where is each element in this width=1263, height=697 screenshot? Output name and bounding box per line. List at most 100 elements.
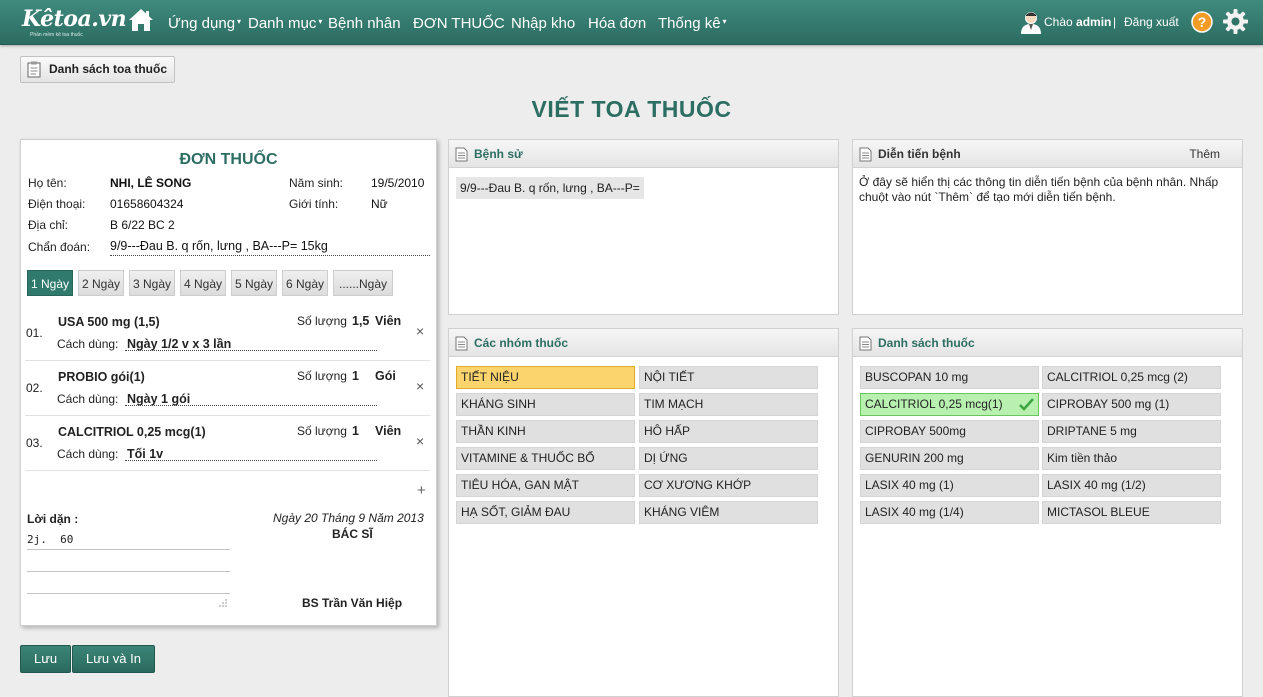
- quantity-label: Số lượng: [297, 314, 347, 328]
- drug-group-item[interactable]: CƠ XƯƠNG KHỚP: [639, 474, 818, 497]
- drug-group-item[interactable]: DỊ ỨNG: [639, 447, 818, 470]
- drug-group-item[interactable]: THẦN KINH: [456, 420, 635, 443]
- quantity-label: Số lượng: [297, 424, 347, 438]
- drug-item[interactable]: DRIPTANE 5 mg: [1042, 420, 1221, 443]
- patient-address: B 6/22 BC 2: [110, 218, 175, 232]
- name-label: Họ tên:: [28, 176, 67, 190]
- page-title: VIẾT TOA THUỐC: [531, 96, 732, 122]
- drug-group-item[interactable]: TIẾT NIỆU: [456, 366, 635, 389]
- drug-item[interactable]: CALCITRIOL 0,25 mcg (2): [1042, 366, 1221, 389]
- remove-medicine-icon[interactable]: ×: [416, 323, 424, 339]
- home-icon[interactable]: [127, 7, 155, 33]
- add-medicine-icon[interactable]: +: [417, 482, 426, 499]
- add-progress-button[interactable]: Thêm: [1189, 147, 1220, 161]
- doctor-title: BÁC SĨ: [332, 527, 373, 541]
- usage-value[interactable]: Ngày 1/2 v x 3 lần: [127, 337, 231, 351]
- drug-item[interactable]: CIPROBAY 500mg: [860, 420, 1039, 443]
- prescription-card: ĐƠN THUỐC Họ tên: NHI, LÊ SONG Năm sinh:…: [20, 139, 437, 626]
- nav-hoa-don[interactable]: Hóa đơn: [588, 15, 646, 32]
- medicine-number: 03.: [26, 436, 43, 450]
- nav-don-thuoc[interactable]: ĐƠN THUỐC: [413, 15, 505, 32]
- drug-groups-title: Các nhóm thuốc: [474, 336, 569, 350]
- drug-group-item[interactable]: VITAMINE & THUỐC BỔ: [456, 447, 635, 470]
- gear-icon[interactable]: [1222, 8, 1249, 35]
- medicine-name[interactable]: PROBIO gói(1): [58, 370, 145, 384]
- medicine-row: 01. USA 500 mg (1,5) Số lượng 1,5 Viên C…: [25, 306, 430, 361]
- drug-group-item[interactable]: KHÁNG VIÊM: [639, 501, 818, 524]
- progress-panel: Diễn tiến bệnh Thêm Ở đây sẽ hiển thị cá…: [852, 139, 1243, 315]
- resize-grip-icon[interactable]: [218, 598, 228, 608]
- usage-value[interactable]: Tối 1v: [127, 447, 163, 461]
- day-button-1[interactable]: 1 Ngày: [27, 270, 73, 296]
- day-button-2[interactable]: 2 Ngày: [78, 270, 124, 296]
- diagnosis-label: Chẩn đoán:: [28, 240, 91, 254]
- prescription-title: ĐƠN THUỐC: [179, 151, 278, 168]
- drug-groups-panel: Các nhóm thuốc TIẾT NIỆU NỘI TIẾT KHÁNG …: [448, 328, 839, 697]
- address-label: Địa chỉ:: [28, 218, 69, 232]
- progress-panel-title: Diễn tiến bệnh: [878, 147, 961, 161]
- drug-item[interactable]: CIPROBAY 500 mg (1): [1042, 393, 1221, 416]
- drug-item[interactable]: CALCITRIOL 0,25 mcg(1): [860, 393, 1039, 416]
- nav-benh-nhan[interactable]: Bệnh nhân: [328, 15, 401, 32]
- drug-item[interactable]: LASIX 40 mg (1/2): [1042, 474, 1221, 497]
- drug-list-title: Danh sách thuốc: [878, 336, 975, 350]
- prescription-list-button[interactable]: Danh sách toa thuốc: [20, 56, 176, 83]
- help-symbol: ?: [1198, 14, 1207, 30]
- logo-tagline: Phần mềm kê toa thuốc: [30, 32, 83, 38]
- drug-group-item[interactable]: TIÊU HÓA, GAN MẬT: [456, 474, 635, 497]
- history-panel-title: Bệnh sử: [474, 147, 523, 161]
- username: admin: [1076, 15, 1112, 29]
- nav-danh-muc[interactable]: Danh mục ▾: [248, 15, 322, 32]
- help-icon[interactable]: ?: [1191, 11, 1213, 33]
- nav-nhap-kho[interactable]: Nhập kho: [511, 15, 575, 32]
- drug-group-item[interactable]: HÔ HẤP: [639, 420, 818, 443]
- day-button-3[interactable]: 3 Ngày: [129, 270, 175, 296]
- logo[interactable]: Kêtoa.vn Phần mềm kê toa thuốc: [22, 6, 127, 38]
- day-button-custom[interactable]: ......Ngày: [333, 270, 393, 296]
- usage-label: Cách dùng:: [57, 337, 119, 351]
- quantity-value[interactable]: 1: [352, 424, 359, 438]
- usage-underline: [125, 460, 377, 461]
- greeting: Chào admin: [1044, 15, 1112, 29]
- day-button-4[interactable]: 4 Ngày: [180, 270, 226, 296]
- check-icon: [1019, 398, 1034, 411]
- drug-item[interactable]: MICTASOL BLEUE: [1042, 501, 1221, 524]
- patient-birth: 19/5/2010: [371, 176, 425, 190]
- logout-link[interactable]: Đăng xuất: [1124, 15, 1179, 29]
- history-entry[interactable]: 9/9---Đau B. q rốn, lưng , BA---P=: [456, 177, 644, 199]
- quantity-value[interactable]: 1: [352, 369, 359, 383]
- drug-group-item[interactable]: NỘI TIẾT: [639, 366, 818, 389]
- drug-item[interactable]: LASIX 40 mg (1): [860, 474, 1039, 497]
- chevron-down-icon: ▾: [237, 17, 242, 26]
- drug-item[interactable]: Kim tiền thảo: [1042, 447, 1221, 470]
- remove-medicine-icon[interactable]: ×: [416, 433, 424, 449]
- nav-thong-ke[interactable]: Thống kê ▾: [658, 15, 727, 32]
- remove-medicine-icon[interactable]: ×: [416, 378, 424, 394]
- drug-group-item[interactable]: KHÁNG SINH: [456, 393, 635, 416]
- medicine-row: 03. CALCITRIOL 0,25 mcg(1) Số lượng 1 Vi…: [25, 416, 430, 471]
- progress-info-text: Ở đây sẽ hiển thị các thông tin diễn tiế…: [859, 175, 1219, 204]
- drug-item[interactable]: LASIX 40 mg (1/4): [860, 501, 1039, 524]
- day-button-6[interactable]: 6 Ngày: [282, 270, 328, 296]
- day-button-5[interactable]: 5 Ngày: [231, 270, 277, 296]
- medicine-row: 02. PROBIO gói(1) Số lượng 1 Gói Cách dù…: [25, 361, 430, 416]
- drug-item[interactable]: GENURIN 200 mg: [860, 447, 1039, 470]
- save-print-button[interactable]: Lưu và In: [72, 645, 155, 673]
- patient-name: NHI, LÊ SONG: [110, 176, 192, 190]
- medicine-number: 01.: [26, 326, 43, 340]
- nav-ung-dung[interactable]: Ứng dụng ▾: [168, 15, 241, 32]
- medicine-name[interactable]: USA 500 mg (1,5): [58, 315, 160, 329]
- drug-item[interactable]: BUSCOPAN 10 mg: [860, 366, 1039, 389]
- top-navbar: Kêtoa.vn Phần mềm kê toa thuốc Ứng dụng ▾…: [0, 0, 1263, 45]
- drug-group-item[interactable]: TIM MẠCH: [639, 393, 818, 416]
- medicine-name[interactable]: CALCITRIOL 0,25 mcg(1): [58, 425, 206, 439]
- clipboard-icon: [27, 61, 41, 78]
- usage-underline: [125, 350, 377, 351]
- drug-group-item[interactable]: HẠ SỐT, GIẢM ĐAU: [456, 501, 635, 524]
- advice-textarea[interactable]: 2j. 60: [27, 529, 230, 611]
- gender-label: Giới tính:: [289, 197, 339, 211]
- save-button[interactable]: Lưu: [20, 645, 72, 673]
- usage-value[interactable]: Ngày 1 gói: [127, 392, 190, 406]
- quantity-value[interactable]: 1,5: [352, 314, 369, 328]
- diagnosis-field[interactable]: 9/9---Đau B. q rốn, lưng , BA---P= 15kg: [110, 239, 328, 253]
